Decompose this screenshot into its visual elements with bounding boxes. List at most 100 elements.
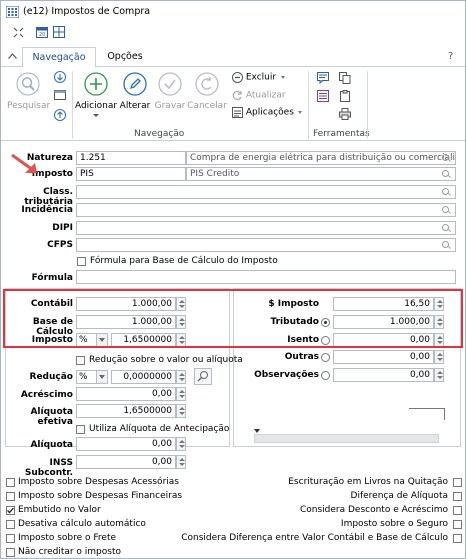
acrescimo-spinner[interactable]	[176, 387, 186, 401]
window-icon[interactable]	[54, 89, 66, 101]
adicionar-button[interactable]: Adicionar	[74, 72, 118, 117]
slider-thumb[interactable]	[254, 429, 260, 433]
observacoes-label: Observações	[254, 370, 319, 380]
considera-desconto-e-acrescimo-checkbox[interactable]	[453, 506, 462, 515]
arrow-up-icon[interactable]	[54, 109, 66, 121]
title-bar: (e12) Impostos de Compra	[1, 1, 465, 23]
imposto-sobre-despesas-financeiras-checkbox[interactable]	[6, 492, 15, 501]
message-icon[interactable]	[317, 72, 329, 85]
desativa-calculo-automatico-label: Desativa cálculo automático	[18, 519, 146, 529]
clipboard-icon[interactable]	[339, 90, 351, 102]
pesquisar-label: Pesquisar	[7, 101, 51, 111]
dipi-label: DIPI	[52, 223, 73, 233]
aliquota-label: Alíquota	[30, 440, 73, 450]
imposto-sobre-o-frete-label: Imposto sobre o Frete	[18, 533, 117, 543]
inss-input[interactable]: 0,00	[76, 455, 176, 469]
reducao-input[interactable]: 0,0000000	[111, 370, 176, 384]
pesquisar-button[interactable]: Pesquisar	[7, 72, 51, 111]
observacoes-radio[interactable]	[321, 371, 330, 380]
refresh-icon	[232, 90, 243, 101]
outras-spinner[interactable]	[434, 350, 444, 364]
group-navegacao-label: Navegação	[134, 129, 185, 139]
imposto-sobre-o-seguro-checkbox[interactable]	[453, 520, 462, 529]
considera-diferenca-entre-valor-contabil-e-base-de-calculo-label: Considera Diferença entre Valor Contábil…	[181, 533, 448, 543]
app-icon	[5, 5, 20, 19]
reducao-checkbox-label: Redução sobre o valor ou alíquota	[89, 355, 243, 365]
adicionar-label: Adicionar	[74, 101, 118, 111]
printer-icon[interactable]	[339, 108, 351, 120]
arrow-down-icon[interactable]	[54, 71, 66, 83]
gravar-button[interactable]: Gravar	[153, 72, 187, 111]
ribbon-separator	[367, 71, 368, 139]
grid-icon[interactable]	[53, 26, 65, 38]
imposto-sobre-o-seguro-label: Imposto sobre o Seguro	[340, 519, 448, 529]
imposto-input[interactable]: PIS	[76, 167, 186, 181]
formula-input[interactable]	[76, 270, 456, 284]
reducao-unit-value: %	[79, 372, 88, 382]
search-icon[interactable]	[442, 241, 451, 250]
incidencia-input[interactable]	[76, 203, 456, 217]
formula-checkbox-label: Fórmula para Base de Cálculo do Imposto	[90, 256, 278, 266]
inss-spinner[interactable]	[176, 455, 186, 469]
window-title: (e12) Impostos de Compra	[23, 6, 151, 17]
formula-checkbox[interactable]	[77, 257, 86, 266]
tab-opcoes[interactable]: Opções	[100, 47, 150, 68]
reducao-spinner[interactable]	[176, 370, 186, 384]
natureza-input[interactable]: 1.251	[76, 151, 186, 165]
observacoes-spinner[interactable]	[434, 368, 444, 382]
list-icon[interactable]	[317, 90, 329, 102]
considera-desconto-e-acrescimo-label: Considera Desconto e Acréscimo	[299, 505, 448, 515]
diferenca-de-aliquota-checkbox[interactable]	[453, 492, 462, 501]
considera-diferenca-entre-valor-contabil-e-base-de-calculo-checkbox[interactable]	[453, 534, 462, 543]
ribbon: Pesquisar Adicionar Alterar Gravar Cance…	[1, 67, 465, 141]
aliquota-efetiva-spinner[interactable]	[176, 404, 186, 418]
copy-icon[interactable]	[339, 72, 351, 84]
search-icon[interactable]	[442, 188, 451, 197]
aliquota-spinner[interactable]	[176, 437, 186, 451]
search-icon[interactable]	[442, 224, 451, 233]
search-icon[interactable]	[442, 206, 451, 215]
aplicacoes-button[interactable]: Aplicações	[232, 107, 302, 119]
aliquota-input[interactable]: 0,00	[76, 437, 176, 451]
reducao-unit-select[interactable]: %	[76, 370, 108, 384]
imposto-sobre-o-frete-checkbox[interactable]	[6, 534, 15, 543]
acrescimo-input[interactable]: 0,00	[76, 387, 176, 401]
alterar-button[interactable]: Alterar	[117, 72, 153, 111]
aliquota-efetiva-input[interactable]: 1,6500000	[76, 404, 176, 418]
checkmark-icon	[158, 72, 182, 96]
atualizar-label: Atualizar	[245, 90, 286, 101]
outras-radio[interactable]	[321, 353, 330, 362]
class-tributaria-input[interactable]	[76, 185, 456, 199]
cfps-input[interactable]	[76, 238, 456, 252]
search-icon[interactable]	[194, 368, 212, 385]
desativa-calculo-automatico-checkbox[interactable]	[6, 520, 15, 529]
search-icon[interactable]	[442, 154, 451, 163]
quick-access-toolbar: 20	[1, 23, 465, 45]
nao-creditar-o-imposto-label: Não creditar o imposto	[18, 547, 121, 557]
antecipacao-checkbox[interactable]	[76, 425, 85, 434]
escrituracao-em-livros-na-quitacao-checkbox[interactable]	[453, 478, 462, 487]
collapse-ribbon-icon[interactable]	[8, 52, 17, 59]
atualizar-button[interactable]: Atualizar	[232, 90, 286, 102]
diferenca-de-aliquota-label: Diferença de Alíquota	[350, 491, 448, 501]
embutido-no-valor-checkbox[interactable]	[6, 506, 15, 515]
svg-text:20: 20	[39, 32, 45, 38]
nao-creditar-o-imposto-checkbox[interactable]	[6, 548, 15, 557]
cancelar-button[interactable]: Cancelar	[187, 72, 227, 111]
reducao-checkbox[interactable]	[76, 356, 85, 365]
observacoes-input[interactable]: 0,00	[333, 368, 434, 382]
window: (e12) Impostos de Compra 20 Navegação Op…	[0, 0, 466, 559]
progress-slider[interactable]	[254, 434, 439, 443]
pin-icon[interactable]	[13, 27, 24, 38]
search-icon	[16, 72, 40, 96]
outras-input[interactable]: 0,00	[333, 350, 434, 364]
help-button[interactable]: ?	[448, 51, 453, 62]
highlight-box	[3, 289, 463, 348]
excluir-button[interactable]: Excluir	[232, 72, 285, 84]
tab-navegacao[interactable]: Navegação	[22, 47, 96, 68]
search-icon[interactable]	[442, 170, 451, 179]
dipi-input[interactable]	[76, 221, 456, 235]
calendar-icon[interactable]: 20	[36, 26, 48, 38]
imposto-sobre-despesas-acessorias-checkbox[interactable]	[6, 478, 15, 487]
plus-icon	[84, 72, 108, 96]
